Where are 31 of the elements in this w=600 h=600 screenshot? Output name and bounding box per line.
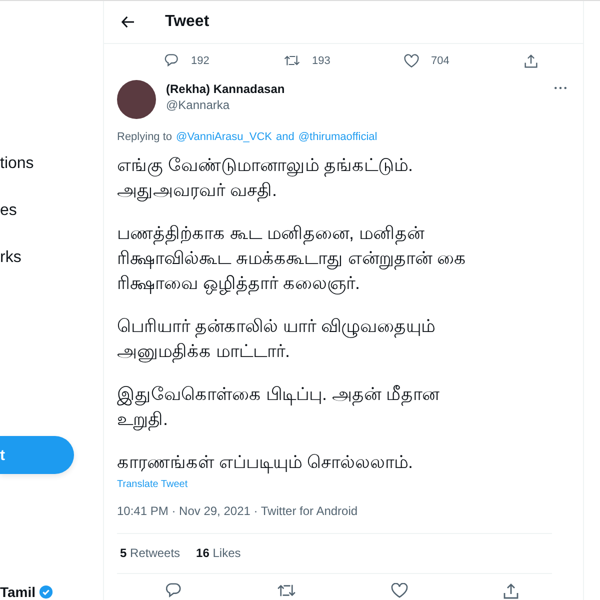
author-handle[interactable]: @Kannarka (166, 98, 285, 112)
retweet-count: 193 (312, 54, 330, 66)
page-title: Tweet (165, 13, 210, 31)
account-name: Tamil (0, 584, 36, 600)
tweet-paragraph: காரணங்கள் எப்படியும் சொல்லலாம். (117, 451, 414, 475)
author-name[interactable]: (Rekha) Kannadasan (166, 82, 285, 96)
reply-count: 192 (191, 54, 210, 66)
retweet-icon[interactable] (276, 583, 296, 598)
share-icon[interactable] (503, 582, 520, 598)
like-count: 704 (431, 54, 450, 66)
tweet-timestamp: 10:41 PM · Nov 29, 2021 · Twitter for Android (117, 504, 552, 534)
reply-icon[interactable] (164, 582, 182, 599)
heart-icon[interactable] (404, 54, 419, 68)
share-icon[interactable] (524, 54, 538, 68)
sidebar-item[interactable]: rks (0, 247, 22, 268)
stat-link[interactable]: 16 Likes (196, 546, 241, 560)
sidebar-item[interactable]: es (0, 200, 17, 221)
back-arrow-icon[interactable] (121, 16, 135, 28)
mention-joiner: and (276, 131, 294, 143)
tweet-paragraph: இதுவேகொள்கை பிடிப்பு. அதன் மீதான உறுதி. (117, 383, 440, 432)
heart-icon[interactable] (391, 583, 408, 598)
reply-icon[interactable] (164, 53, 179, 68)
sidebar-item[interactable]: tions (0, 153, 34, 174)
tweet-paragraph: பெரியார் தன்காலில் யார் விழுவதையும் அனுமதிக்க மாட்டார். (117, 315, 436, 364)
stat-link[interactable]: 5 Retweets (120, 546, 180, 560)
retweet-icon[interactable] (284, 54, 300, 67)
replying-label: Replying to (117, 131, 172, 143)
more-icon[interactable] (554, 86, 567, 90)
tweet-paragraph: எங்கு வேண்டுமானாலும் தங்கட்டும். அதுஅவரவர் வசதி. (117, 154, 414, 203)
avatar[interactable] (117, 80, 156, 119)
tweet-paragraph: பணத்திற்காக கூட மனிதனை, மனிதன் ரிக்ஷாவில்கூட சுமக்ககூடாது என்றுதான் கை ரிக்ஷாவை ஒழித்தார் கலைஞர். (117, 222, 468, 296)
